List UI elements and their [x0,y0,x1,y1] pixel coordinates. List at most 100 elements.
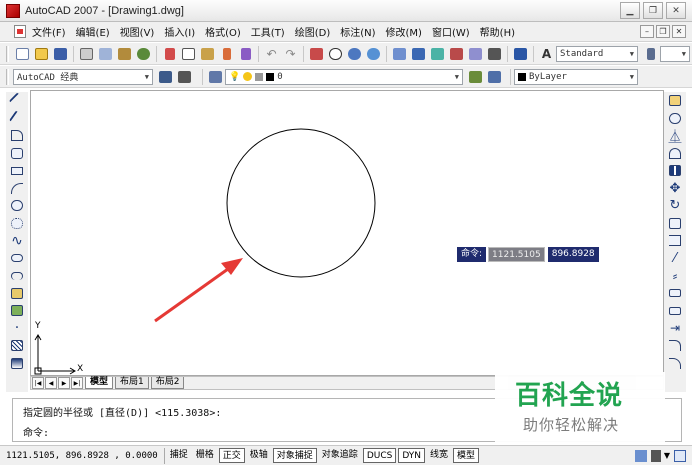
match-properties-icon[interactable] [218,45,235,62]
dynamic-input-x[interactable]: 1121.5105 [488,247,545,262]
tool-palettes-icon[interactable] [429,45,446,62]
layer-previous-icon[interactable] [486,68,503,85]
point-icon[interactable]: · [8,320,26,338]
tab-layout1[interactable]: 布局1 [115,377,149,389]
offset-icon[interactable] [666,145,684,163]
clean-screen-icon[interactable] [674,449,686,462]
autocad-app-icon[interactable] [6,3,20,18]
tab-model[interactable]: 模型 [85,377,114,389]
erase-icon[interactable] [666,92,684,110]
polar-button[interactable]: 极轴 [247,448,271,463]
save-workspace-icon[interactable] [176,68,193,85]
otrack-button[interactable]: 对象追踪 [319,448,361,463]
fillet-icon[interactable] [666,355,684,373]
cut-icon[interactable] [161,45,178,62]
rectangle-icon[interactable] [8,162,26,180]
workspace-select[interactable]: AutoCAD 经典 ▼ [13,68,153,85]
menu-format[interactable]: 格式(O) [203,24,249,39]
insert-block-icon[interactable] [8,285,26,303]
menu-insert[interactable]: 插入(I) [162,24,203,39]
redo-icon[interactable]: ↷ [282,45,299,62]
next-tab-button[interactable]: ▶ [58,377,70,389]
properties-icon[interactable] [391,45,408,62]
extend-icon[interactable]: ⸗ [666,267,684,285]
ducs-button[interactable]: DUCS [362,448,397,463]
scale-icon[interactable] [666,215,684,233]
text-style-icon[interactable]: A [538,45,555,62]
minimize-button[interactable]: ▁ [620,2,640,19]
color-select[interactable]: ByLayer ▼ [514,68,638,85]
copy-icon[interactable] [180,45,197,62]
gradient-icon[interactable] [8,355,26,373]
model-button[interactable]: 模型 [453,448,480,463]
new-icon[interactable] [14,45,31,62]
polygon-icon[interactable] [8,145,26,163]
revision-cloud-icon[interactable] [8,215,26,233]
document-icon[interactable] [14,25,26,38]
sheet-set-icon[interactable] [448,45,465,62]
design-center-icon[interactable] [410,45,427,62]
menu-tools[interactable]: 工具(T) [249,24,293,39]
undo-icon[interactable]: ↶ [263,45,280,62]
communication-center-icon[interactable] [634,449,647,462]
publish-icon[interactable] [116,45,133,62]
menu-modify[interactable]: 修改(M) [384,24,430,39]
markup-icon[interactable] [467,45,484,62]
restore-button[interactable]: ❐ [643,2,663,19]
make-block-icon[interactable] [8,302,26,320]
coordinates-display[interactable]: 1121.5105, 896.8928 , 0.0000 [0,447,165,464]
doc-restore-button[interactable]: ❐ [656,25,670,38]
copy-object-icon[interactable] [666,110,684,128]
menu-dimension[interactable]: 标注(N) [338,24,383,39]
help-icon[interactable] [512,45,529,62]
lock-toolbar-icon[interactable] [650,449,661,462]
prev-tab-button[interactable]: ◀ [45,377,57,389]
ellipse-icon[interactable] [8,250,26,268]
doc-close-button[interactable]: ✕ [672,25,686,38]
construction-line-icon[interactable] [8,110,26,128]
circle-icon[interactable] [8,197,26,215]
calculator-icon[interactable] [486,45,503,62]
arc-icon[interactable] [8,180,26,198]
make-layer-current-icon[interactable] [467,68,484,85]
stretch-icon[interactable] [666,232,684,250]
open-icon[interactable] [33,45,50,62]
tab-layout2[interactable]: 布局2 [150,377,185,389]
zoom-previous-icon[interactable] [365,45,382,62]
join-icon[interactable]: ⇥ [666,320,684,338]
line-icon[interactable] [8,92,26,110]
block-editor-icon[interactable] [237,45,254,62]
lineweight-button[interactable]: 线宽 [427,448,451,463]
array-icon[interactable] [666,162,684,180]
plot-preview-icon[interactable] [97,45,114,62]
dim-style-select[interactable]: ▼ [660,45,690,62]
mirror-icon[interactable]: ⏅ [666,127,684,145]
layer-select[interactable]: 💡 0 ▼ [225,68,463,85]
drawing-canvas[interactable]: Y X [30,90,664,376]
workspace-settings-icon[interactable] [157,68,174,85]
menu-window[interactable]: 窗口(W) [430,24,478,39]
break-icon[interactable] [666,302,684,320]
dim-style-icon[interactable] [642,45,659,62]
ortho-button[interactable]: 正交 [218,448,245,463]
drawn-circle[interactable] [226,128,376,278]
paste-icon[interactable] [199,45,216,62]
trim-icon[interactable]: ⁄ [666,250,684,268]
command-prompt[interactable]: 命令: [23,424,49,439]
polyline-icon[interactable] [8,127,26,145]
ellipse-arc-icon[interactable] [8,267,26,285]
dyn-button[interactable]: DYN [398,448,425,463]
move-icon[interactable]: ✥ [666,180,684,198]
menu-edit[interactable]: 编辑(E) [74,24,118,39]
first-tab-button[interactable]: |◀ [32,377,44,389]
layer-manager-icon[interactable] [207,68,224,85]
spline-icon[interactable]: ∿ [8,232,26,250]
menu-view[interactable]: 视图(V) [118,24,163,39]
menu-file[interactable]: 文件(F) [30,24,74,39]
print-icon[interactable] [78,45,95,62]
zoom-window-icon[interactable] [346,45,363,62]
hatch-icon[interactable] [8,337,26,355]
dynamic-input-y[interactable]: 896.8928 [547,247,599,262]
last-tab-button[interactable]: ▶| [71,377,83,389]
status-menu-arrow-icon[interactable]: ▼ [664,451,670,460]
